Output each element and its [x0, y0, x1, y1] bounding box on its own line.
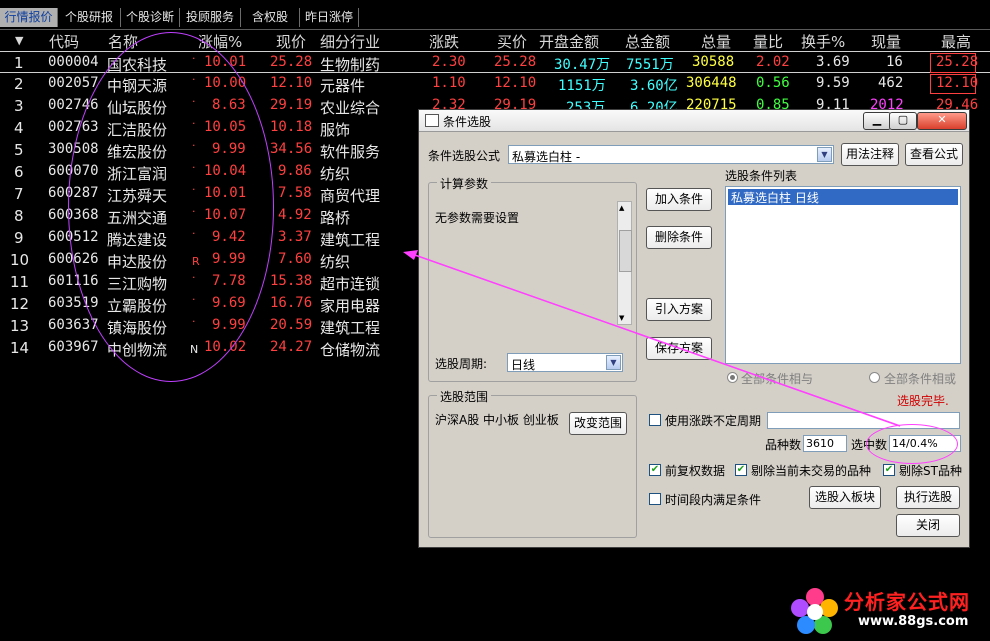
logo-text: 分析家公式网 — [844, 590, 970, 614]
annotation-arrow — [403, 250, 901, 427]
watermark-logo: 分析家公式网 www.88gs.com — [788, 584, 988, 638]
logo-url: www.88gs.com — [858, 614, 969, 629]
flower-icon — [791, 588, 838, 634]
